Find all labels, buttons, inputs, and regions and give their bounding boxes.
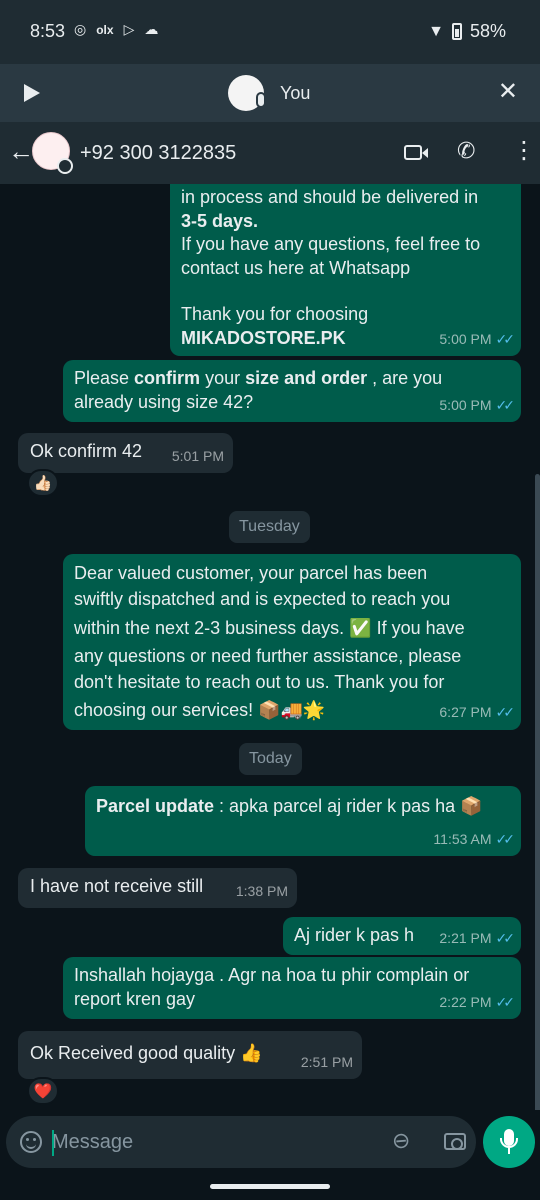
read-ticks-icon: ✓✓ bbox=[495, 929, 516, 946]
message-time: 5:01 PM bbox=[171, 447, 224, 464]
close-icon[interactable]: ✕ bbox=[498, 80, 518, 104]
message-bubble[interactable]: Inshallah hojayga . Agr na hoa tu phir c… bbox=[63, 957, 521, 1019]
paperclip-icon[interactable]: ⊘ bbox=[386, 1125, 416, 1157]
read-ticks-icon: ✓✓ bbox=[495, 993, 516, 1010]
message-text: I have not receive still bbox=[30, 876, 204, 896]
message-text: swiftly dispatched and is expected to re… bbox=[74, 588, 451, 609]
home-indicator[interactable] bbox=[210, 1184, 330, 1189]
emoji-icon[interactable] bbox=[20, 1131, 42, 1153]
reaction-badge[interactable]: 👍🏻 bbox=[27, 469, 59, 497]
message-text: Inshallah hojayga . Agr na hoa tu phir c… bbox=[74, 965, 470, 985]
message-time: 2:22 PM bbox=[439, 993, 492, 1010]
message-text: contact us here at Whatsapp bbox=[181, 257, 411, 278]
status-badge-icon bbox=[57, 158, 73, 174]
scrollbar[interactable] bbox=[535, 474, 540, 1110]
message-text: in process and should be delivered in bbox=[181, 187, 479, 207]
message-meta: 2:21 PM ✓✓ bbox=[439, 927, 516, 951]
message-text: any questions or need further assistance… bbox=[74, 646, 462, 666]
message-composer: ⊘ bbox=[6, 1116, 476, 1168]
message-bubble[interactable]: Dear valued customer, your parcel has be… bbox=[63, 554, 521, 730]
message-meta: 5:00 PM ✓✓ bbox=[439, 394, 516, 418]
read-ticks-icon: ✓✓ bbox=[495, 703, 516, 720]
message-text: If you have any questions, feel free to bbox=[181, 234, 481, 254]
status-right: ▼ 58% bbox=[428, 21, 506, 42]
play-icon[interactable] bbox=[24, 84, 40, 102]
message-text: Please confirm your size and order , are… bbox=[74, 368, 443, 388]
message-time: 5:00 PM bbox=[439, 396, 492, 413]
playback-sender: You bbox=[280, 83, 311, 103]
date-separator: Today bbox=[239, 743, 302, 775]
message-text: Parcel update : apka parcel aj rider k p… bbox=[96, 796, 483, 816]
text-cursor bbox=[52, 1130, 54, 1156]
message-meta: 2:22 PM ✓✓ bbox=[439, 991, 516, 1015]
battery-icon bbox=[451, 23, 462, 40]
mic-icon bbox=[256, 92, 266, 108]
message-time: 11:53 AM bbox=[433, 830, 492, 847]
clock: 8:53 bbox=[30, 21, 66, 41]
more-options-icon[interactable]: ⋮ bbox=[512, 138, 536, 164]
message-text: Thank you for choosing bbox=[181, 304, 369, 324]
message-bubble[interactable]: I have not receive still 1:38 PM bbox=[18, 868, 297, 908]
message-meta: 5:00 PM ✓✓ bbox=[439, 328, 516, 352]
message-time: 6:27 PM bbox=[439, 703, 492, 720]
message-time: 5:00 PM bbox=[439, 330, 492, 347]
chat-header: ← +92 300 3122835 ✆ ⋮ bbox=[0, 122, 540, 184]
camera-icon[interactable] bbox=[444, 1133, 466, 1150]
message-bubble[interactable]: Ok confirm 42 5:01 PM bbox=[18, 433, 233, 473]
notification-icons: ◎ olx ▷ ☁ bbox=[74, 21, 158, 38]
message-time: 2:21 PM bbox=[439, 929, 492, 946]
message-text: Dear valued customer, your parcel has be… bbox=[74, 563, 428, 583]
battery-level: 58% bbox=[469, 21, 506, 41]
message-meta: 6:27 PM ✓✓ bbox=[439, 700, 516, 726]
message-bubble[interactable]: Ok Received good quality 👍 2:51 PM bbox=[18, 1031, 362, 1079]
message-bubble[interactable]: in process and should be delivered in 3-… bbox=[170, 184, 521, 356]
message-time: 2:51 PM bbox=[300, 1053, 353, 1070]
message-bubble[interactable]: Parcel update : apka parcel aj rider k p… bbox=[85, 786, 521, 856]
message-time: 1:38 PM bbox=[235, 882, 288, 899]
video-call-icon[interactable] bbox=[404, 145, 428, 160]
instagram-icon: ◎ bbox=[74, 21, 87, 37]
message-text: Ok Received good quality 👍 bbox=[30, 1043, 263, 1063]
read-ticks-icon: ✓✓ bbox=[495, 396, 516, 413]
cloud-icon: ☁ bbox=[144, 21, 159, 37]
message-text: 3-5 days. bbox=[181, 210, 259, 231]
message-text: don't hesitate to reach out to us. Thank… bbox=[74, 671, 445, 692]
back-arrow-icon[interactable]: ← bbox=[8, 138, 34, 164]
phone-icon[interactable]: ✆ bbox=[457, 139, 475, 163]
message-text: Aj rider k pas h bbox=[294, 925, 415, 945]
message-bubble[interactable]: Aj rider k pas h 2:21 PM ✓✓ bbox=[283, 917, 521, 955]
message-bubble[interactable]: Please confirm your size and order , are… bbox=[63, 360, 521, 422]
status-bar: 8:53 ◎ olx ▷ ☁ ▼ 58% bbox=[0, 0, 540, 64]
message-text: Ok confirm 42 bbox=[30, 441, 143, 461]
read-ticks-icon: ✓✓ bbox=[495, 830, 516, 847]
read-ticks-icon: ✓✓ bbox=[495, 330, 516, 347]
voice-record-button[interactable] bbox=[483, 1116, 535, 1168]
voice-playback-bar: You ✕ bbox=[0, 64, 540, 122]
chat-area[interactable]: in process and should be delivered in 3-… bbox=[0, 184, 540, 1110]
message-text: within the next 2-3 business days. ✅ If … bbox=[74, 618, 465, 638]
message-meta: 11:53 AM ✓✓ bbox=[433, 828, 516, 852]
olx-icon: olx bbox=[96, 22, 114, 37]
reaction-badge[interactable]: ❤️ bbox=[27, 1077, 59, 1105]
play-store-icon: ▷ bbox=[123, 21, 135, 37]
message-input[interactable] bbox=[52, 1126, 372, 1158]
contact-title[interactable]: +92 300 3122835 bbox=[80, 142, 236, 165]
date-separator: Tuesday bbox=[229, 511, 310, 543]
wifi-icon: ▼ bbox=[428, 22, 444, 40]
